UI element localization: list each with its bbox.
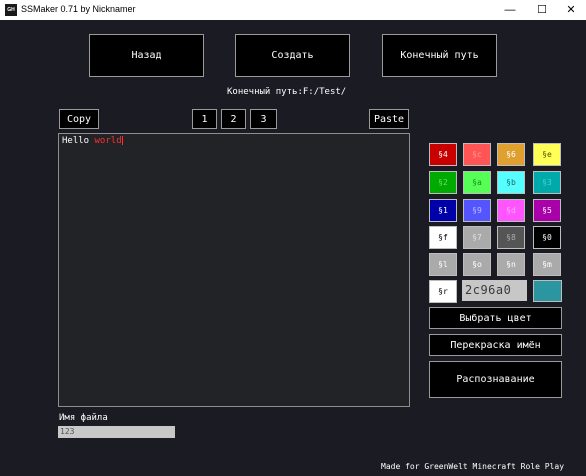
- back-button[interactable]: Назад: [89, 34, 204, 77]
- color-swatch[interactable]: §9: [463, 199, 491, 222]
- color-swatch[interactable]: §4: [429, 143, 457, 166]
- color-swatch[interactable]: §l: [429, 253, 457, 276]
- text-editor[interactable]: Hello world: [58, 133, 410, 407]
- color-swatch[interactable]: §b: [497, 171, 525, 194]
- recolor-names-button[interactable]: Перекраска имён: [429, 334, 562, 356]
- text-caret: [121, 136, 123, 145]
- color-swatch[interactable]: §r: [429, 280, 457, 303]
- color-swatch[interactable]: §a: [463, 171, 491, 194]
- recognize-button[interactable]: Распознавание: [429, 361, 562, 398]
- final-path-button[interactable]: Конечный путь: [382, 34, 497, 77]
- create-button[interactable]: Создать: [235, 34, 350, 77]
- color-swatch[interactable]: §d: [497, 199, 525, 222]
- color-swatch[interactable]: §n: [497, 253, 525, 276]
- color-swatch[interactable]: §2: [429, 171, 457, 194]
- color-swatch[interactable]: §c: [463, 143, 491, 166]
- editor-text-white: Hello: [62, 136, 95, 146]
- color-swatch[interactable]: §5: [533, 199, 561, 222]
- color-swatch[interactable]: §e: [533, 143, 561, 166]
- color-swatch[interactable]: §6: [497, 143, 525, 166]
- color-swatch[interactable]: §7: [463, 226, 491, 249]
- color-preview: [533, 280, 562, 302]
- hex-color-input[interactable]: 2c96a0: [462, 280, 527, 301]
- app-icon: GH: [5, 4, 17, 16]
- close-icon[interactable]: ✕: [556, 0, 586, 20]
- minimize-icon[interactable]: —: [495, 0, 525, 20]
- file-name-label: Имя файла: [59, 413, 108, 423]
- choose-color-button[interactable]: Выбрать цвет: [429, 307, 562, 329]
- tab-1-button[interactable]: 1: [192, 109, 217, 129]
- title-bar: GH SSMaker 0.71 by Nicknamer — ☐ ✕: [0, 0, 586, 20]
- file-name-field[interactable]: 123: [58, 426, 175, 438]
- window-title: SSMaker 0.71 by Nicknamer: [21, 4, 136, 14]
- color-swatch[interactable]: §8: [497, 226, 525, 249]
- color-swatch[interactable]: §1: [429, 199, 457, 222]
- copy-button[interactable]: Copy: [59, 109, 99, 129]
- color-swatch[interactable]: §o: [463, 253, 491, 276]
- color-swatch[interactable]: §0: [533, 226, 561, 249]
- paste-button[interactable]: Paste: [369, 109, 409, 129]
- editor-text-red: world: [94, 136, 122, 146]
- color-swatch[interactable]: §3: [533, 171, 561, 194]
- color-swatch[interactable]: §m: [533, 253, 561, 276]
- color-swatch[interactable]: §f: [429, 226, 457, 249]
- maximize-icon[interactable]: ☐: [527, 0, 557, 20]
- tab-3-button[interactable]: 3: [250, 109, 277, 129]
- path-label: Конечный путь:F:/Test/: [227, 87, 347, 97]
- footer-credit: Made for GreenWelt Minecraft Role Play: [381, 462, 565, 471]
- tab-2-button[interactable]: 2: [221, 109, 246, 129]
